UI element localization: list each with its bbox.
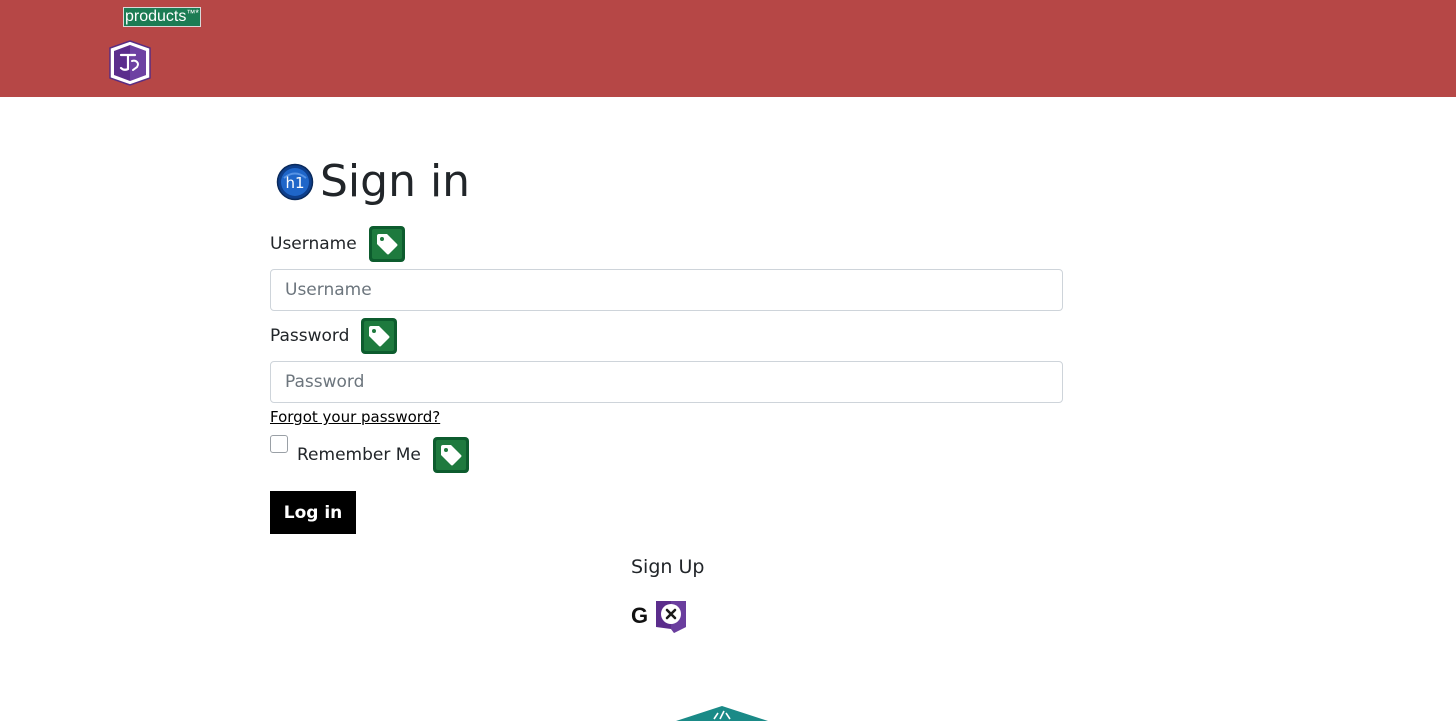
tag-icon [432, 437, 469, 473]
brand-shield-logo-icon[interactable] [108, 40, 152, 86]
remember-me-checkbox[interactable] [270, 435, 288, 453]
username-label: Username [270, 225, 406, 263]
tag-icon [368, 226, 405, 262]
remember-me-text: Remember Me [297, 445, 421, 465]
products-badge-mark: ™* [186, 8, 199, 18]
google-icon[interactable]: G [631, 603, 648, 629]
h1-icon: h1 [276, 163, 314, 201]
page-title: Sign in [320, 156, 471, 207]
products-badge[interactable]: products™* [123, 7, 201, 27]
sign-up-link[interactable]: Sign Up [631, 556, 704, 578]
username-label-text: Username [270, 234, 357, 254]
code-logo-icon [676, 706, 768, 721]
remember-me-label: Remember Me [297, 436, 470, 474]
products-badge-text: products [125, 8, 187, 25]
top-banner: products™* [0, 0, 1456, 97]
svg-text:h1: h1 [285, 174, 304, 192]
username-input[interactable] [270, 269, 1063, 311]
password-label-text: Password [270, 326, 350, 346]
tag-icon [361, 318, 398, 354]
password-input[interactable] [270, 361, 1063, 403]
page-heading: h1 Sign in [276, 156, 470, 208]
login-button[interactable]: Log in [270, 491, 356, 534]
forgot-password-link[interactable]: Forgot your password? [270, 408, 440, 426]
sign-up-providers: G [631, 597, 690, 635]
password-label: Password [270, 317, 398, 355]
close-badge-icon[interactable] [652, 597, 690, 635]
